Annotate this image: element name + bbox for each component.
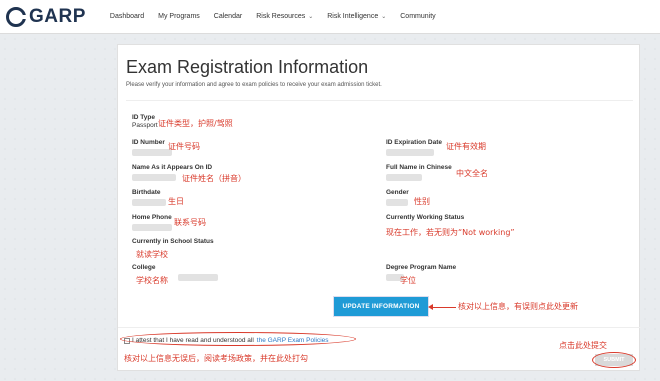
name-on-id-value-redacted bbox=[132, 174, 176, 181]
garp-logo[interactable]: GARP bbox=[6, 6, 86, 28]
page-title: Exam Registration Information bbox=[126, 57, 369, 77]
update-information-button[interactable]: UPDATE INFORMATION bbox=[334, 297, 428, 316]
page-subtitle: Please verify your information and agree… bbox=[126, 82, 382, 88]
degree-program-note: 学位 bbox=[400, 276, 416, 285]
home-phone-value-redacted bbox=[132, 224, 172, 231]
annotation-arrow bbox=[428, 304, 456, 310]
working-status-label: Currently Working Status bbox=[386, 214, 465, 221]
birthdate-note: 生日 bbox=[168, 197, 184, 206]
nav-calendar[interactable]: Calendar bbox=[214, 13, 242, 20]
working-status-note: 现在工作，若无则为“Not working” bbox=[386, 228, 515, 237]
birthdate-label: Birthdate bbox=[132, 189, 161, 196]
id-number-label: ID Number bbox=[132, 139, 165, 146]
id-type-label: ID Type bbox=[132, 114, 155, 121]
divider bbox=[118, 327, 641, 328]
exam-registration-card: Exam Registration Information Please ver… bbox=[117, 44, 641, 371]
id-type-note: 证件类型，护照/驾照 bbox=[158, 119, 233, 128]
home-phone-note: 联系号码 bbox=[174, 218, 206, 227]
nav-dashboard[interactable]: Dashboard bbox=[110, 13, 144, 20]
garp-logo-icon bbox=[6, 6, 27, 27]
school-status-note: 就读学校 bbox=[136, 250, 168, 259]
top-nav: GARP Dashboard My Programs Calendar Risk… bbox=[0, 0, 660, 34]
home-phone-label: Home Phone bbox=[132, 214, 172, 221]
annotation-oval bbox=[592, 352, 636, 368]
degree-program-label: Degree Program Name bbox=[386, 264, 457, 271]
school-status-label: Currently in School Status bbox=[132, 238, 214, 245]
nav-community[interactable]: Community bbox=[400, 13, 435, 20]
full-name-chinese-note: 中文全名 bbox=[456, 169, 488, 178]
divider bbox=[126, 100, 633, 101]
college-value-redacted bbox=[178, 274, 218, 281]
chevron-down-icon: ⌄ bbox=[308, 14, 314, 20]
id-number-note: 证件号码 bbox=[168, 142, 200, 151]
id-number-value-redacted bbox=[132, 149, 172, 156]
birthdate-value-redacted bbox=[132, 199, 166, 206]
name-on-id-note: 证件姓名（拼音） bbox=[182, 174, 246, 183]
full-name-chinese-label: Full Name in Chinese bbox=[386, 164, 452, 171]
gender-label: Gender bbox=[386, 189, 409, 196]
college-note: 学校名称 bbox=[136, 276, 168, 285]
name-on-id-label: Name As it Appears On ID bbox=[132, 164, 213, 171]
chevron-down-icon: ⌄ bbox=[381, 14, 387, 20]
update-note: 核对以上信息，有误则点此处更新 bbox=[458, 302, 578, 311]
college-label: College bbox=[132, 264, 156, 271]
submit-note: 点击此处提交 bbox=[559, 341, 607, 350]
nav-risk-resources[interactable]: Risk Resources ⌄ bbox=[256, 13, 313, 20]
annotation-oval bbox=[120, 332, 356, 346]
gender-value-redacted bbox=[386, 199, 408, 206]
gender-note: 性别 bbox=[414, 197, 430, 206]
id-type-value: Passport bbox=[132, 122, 158, 129]
id-expiration-label: ID Expiration Date bbox=[386, 139, 442, 146]
attest-note: 核对以上信息无误后，阅读考场政策，并在此处打勾 bbox=[124, 354, 308, 363]
id-expiration-note: 证件有效期 bbox=[446, 142, 486, 151]
nav-my-programs[interactable]: My Programs bbox=[158, 13, 200, 20]
logo-text: GARP bbox=[29, 5, 86, 27]
full-name-chinese-value-redacted bbox=[386, 174, 422, 181]
id-expiration-value-redacted bbox=[386, 149, 434, 156]
nav-risk-intelligence[interactable]: Risk Intelligence ⌄ bbox=[327, 13, 386, 20]
